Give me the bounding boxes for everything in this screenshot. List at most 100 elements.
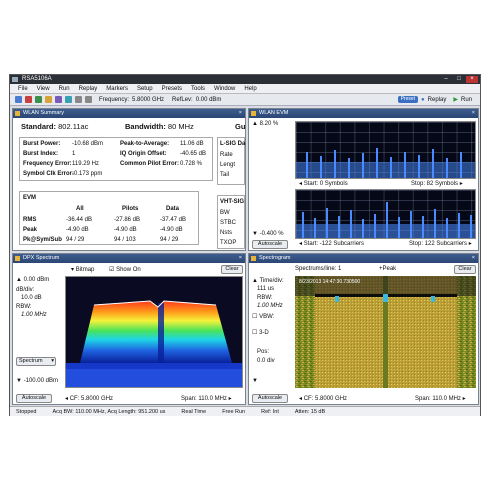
threed-checkbox[interactable]: ☐ bbox=[252, 330, 257, 336]
spectrogram-autoscale-button[interactable]: Autoscale bbox=[252, 394, 288, 403]
evm-row-label: RMS bbox=[23, 217, 37, 223]
undo-icon[interactable] bbox=[75, 96, 82, 103]
evm-cell: 94 / 103 bbox=[114, 237, 136, 243]
redo-icon[interactable] bbox=[85, 96, 92, 103]
display-icon[interactable] bbox=[15, 96, 22, 103]
spectrogram-title: Spectrogram bbox=[259, 255, 291, 261]
wlan-summary-title: WLAN Summary bbox=[23, 110, 64, 116]
maximize-button[interactable]: □ bbox=[453, 76, 465, 83]
position-scroll-down-icon[interactable]: ▼ bbox=[252, 378, 258, 384]
menu-presets[interactable]: Presets bbox=[162, 86, 182, 92]
close-button[interactable]: × bbox=[466, 76, 478, 83]
vbw-checkbox[interactable]: ☐ bbox=[252, 314, 257, 320]
span-right-icon[interactable]: ▸ bbox=[463, 396, 466, 402]
dpx-title: DPX Spectrum bbox=[23, 255, 60, 261]
status-reference[interactable]: Ref: Int bbox=[261, 409, 279, 415]
stop-symbols-icon: ▸ bbox=[459, 181, 463, 187]
show-checkbox[interactable]: ☑ bbox=[109, 267, 114, 273]
dpx-bitmap-plot[interactable] bbox=[65, 276, 243, 388]
metric-value: 0.728 % bbox=[180, 161, 203, 167]
menu-replay[interactable]: Replay bbox=[79, 86, 98, 92]
frequency-value[interactable]: 5.8000 GHz bbox=[132, 97, 164, 103]
spectrogram-center-frequency[interactable]: CF: 5.8000 GHz bbox=[304, 396, 347, 402]
cf-left-icon[interactable]: ◂ bbox=[65, 396, 68, 402]
start-symbols-icon: ◂ bbox=[299, 181, 303, 187]
bitmap-dropdown-icon[interactable]: ▾ bbox=[71, 267, 74, 273]
wlan-summary-close-icon[interactable]: × bbox=[239, 109, 242, 118]
status-attenuation[interactable]: Atten: 15 dB bbox=[295, 409, 325, 415]
menu-run[interactable]: Run bbox=[59, 86, 70, 92]
status-trigger[interactable]: Free Run bbox=[222, 409, 245, 415]
spectrogram-close-icon[interactable]: × bbox=[472, 254, 475, 263]
run-button[interactable]: Run bbox=[461, 97, 472, 103]
spectrums-per-line[interactable]: Spectrums/line: 1 bbox=[295, 266, 341, 272]
reflev-value[interactable]: 0.00 dBm bbox=[196, 97, 222, 103]
dpx-close-icon[interactable]: × bbox=[239, 254, 242, 263]
dpx-ybottom: ▼ -100.00 dBm bbox=[16, 378, 58, 384]
status-state: Stopped bbox=[16, 408, 37, 415]
preset-button[interactable]: Preset bbox=[397, 96, 419, 103]
metric-value: -40.65 dB bbox=[180, 151, 207, 157]
metric-value: -10.68 dBm bbox=[72, 141, 104, 147]
evm-row-label: Peak bbox=[23, 227, 38, 233]
spectrogram-plot[interactable]: 8/23/2013 14:47:30.730500 bbox=[295, 276, 476, 388]
menu-window[interactable]: Window bbox=[214, 86, 235, 92]
status-mode[interactable]: Real Time bbox=[181, 409, 206, 415]
evm-vs-symbol-plot[interactable] bbox=[295, 121, 476, 179]
evm-vs-subcarrier-plot[interactable] bbox=[295, 189, 476, 239]
bitmap-label[interactable]: Bitmap bbox=[76, 267, 95, 273]
standard-value: 802.11ac bbox=[58, 122, 89, 131]
pos-value[interactable]: 0.0 div bbox=[257, 358, 275, 364]
metric-label: Burst Power: bbox=[23, 141, 61, 147]
cf-left-icon[interactable]: ◂ bbox=[299, 396, 302, 402]
evm-autoscale-button[interactable]: Autoscale bbox=[252, 240, 288, 249]
minimize-button[interactable]: – bbox=[440, 76, 452, 83]
timediv-value[interactable]: 111 us bbox=[257, 286, 274, 292]
peak-detector[interactable]: +Peak bbox=[379, 266, 396, 272]
acquire-icon[interactable] bbox=[55, 96, 62, 103]
wlan-evm-title: WLAN EVM bbox=[259, 110, 289, 116]
dpx-span[interactable]: Span: 110.0 MHz bbox=[181, 396, 227, 402]
menu-help[interactable]: Help bbox=[244, 86, 256, 92]
settings-icon[interactable] bbox=[35, 96, 42, 103]
analysis-icon[interactable] bbox=[65, 96, 72, 103]
dpx-ydiv-value[interactable]: 10.0 dB bbox=[21, 295, 42, 301]
spectrogram-span[interactable]: Span: 110.0 MHz bbox=[415, 396, 461, 402]
menu-setup[interactable]: Setup bbox=[137, 86, 153, 92]
vht-item: STBC bbox=[220, 220, 237, 226]
evm-stop-subcarriers: Stop: 122 Subcarriers bbox=[409, 241, 468, 247]
dpx-rbw-label: RBW: bbox=[16, 304, 32, 310]
replay-button[interactable]: Replay bbox=[428, 97, 447, 103]
trace-select-dropdown[interactable]: Spectrum ▾ bbox=[16, 357, 56, 366]
dpx-clear-button[interactable]: Clear bbox=[221, 265, 243, 274]
menu-markers[interactable]: Markers bbox=[106, 86, 128, 92]
dpx-center-frequency[interactable]: CF: 5.8000 GHz bbox=[70, 396, 113, 402]
menu-view[interactable]: View bbox=[37, 86, 50, 92]
frequency-label: Frequency: bbox=[99, 96, 130, 103]
standard-label: Standard: bbox=[21, 122, 57, 131]
spectrogram-image bbox=[295, 276, 476, 388]
app-logo-icon bbox=[12, 77, 18, 82]
spectrogram-rbw-value[interactable]: 1.00 MHz bbox=[257, 303, 283, 309]
menu-file[interactable]: File bbox=[18, 86, 28, 92]
chevron-down-icon: ▾ bbox=[51, 358, 54, 364]
dpx-autoscale-button[interactable]: Autoscale bbox=[16, 394, 52, 403]
wlan-summary-header: WLAN Summary × bbox=[13, 109, 245, 118]
metric-value: 11.06 dB bbox=[180, 141, 204, 147]
evm-vs-symbol-trace bbox=[296, 148, 475, 178]
wlan-evm-close-icon[interactable]: × bbox=[472, 109, 475, 118]
evm-cell: 94 / 29 bbox=[66, 237, 85, 243]
status-acquisition[interactable]: Acq BW: 110.00 MHz, Acq Length: 951.200 … bbox=[53, 409, 166, 415]
menu-tools[interactable]: Tools bbox=[191, 86, 205, 92]
markers-icon[interactable] bbox=[25, 96, 32, 103]
span-right-icon[interactable]: ▸ bbox=[229, 396, 232, 402]
dpx-ydiv-label: dB/div: bbox=[16, 287, 35, 293]
title-bar: RSA5106A – □ × bbox=[10, 75, 480, 84]
trace-icon[interactable] bbox=[45, 96, 52, 103]
evm-cell: -4.90 dB bbox=[66, 227, 89, 233]
metric-label: IQ Origin Offset: bbox=[120, 151, 167, 157]
dpx-rbw-value[interactable]: 1.00 MHz bbox=[21, 312, 47, 318]
spectrogram-clear-button[interactable]: Clear bbox=[454, 265, 476, 274]
vbw-label: VBW: bbox=[259, 314, 275, 320]
pos-label: Pos: bbox=[257, 349, 270, 355]
